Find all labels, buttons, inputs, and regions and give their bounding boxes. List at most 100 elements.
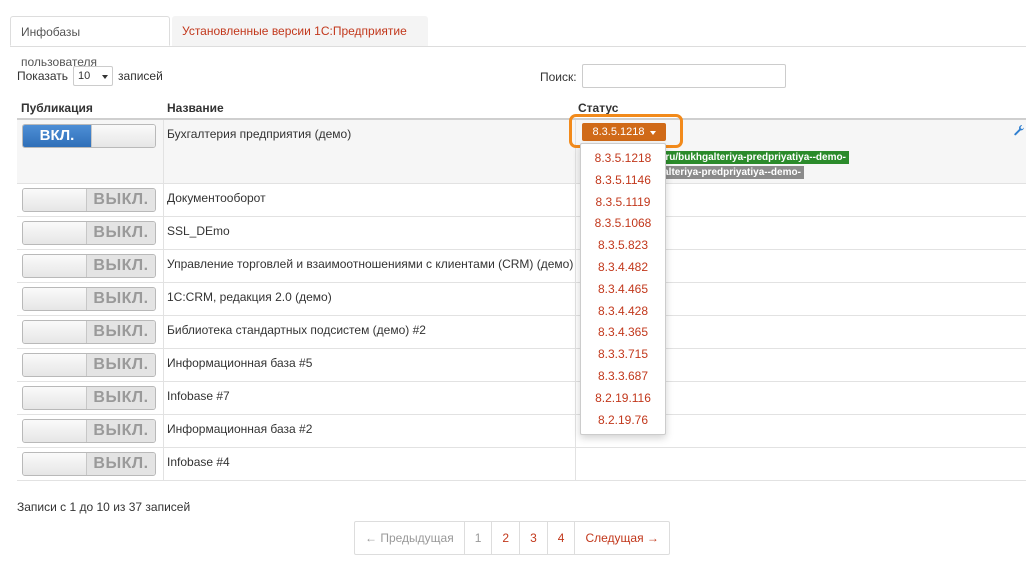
infobase-table: Публикация Название Статус ВКЛ. Бухгалтер… [17,96,1026,481]
toggle-knob [23,255,88,277]
toggle-state-label: ВЫКЛ. [86,354,155,376]
toggle-state-label: ВЫКЛ. [86,321,155,343]
search-label: Поиск: [540,70,577,84]
publication-toggle[interactable]: ВЫКЛ. [22,188,156,212]
table-row: ВЫКЛ. Управление торговлей и взаимоотноше… [17,250,1026,283]
infobase-name: Информационная база #2 [167,422,313,436]
toggle-knob [91,125,155,147]
toggle-knob [23,288,88,310]
chevron-down-icon [102,70,109,82]
page-2-button[interactable]: 2 [491,522,519,554]
page-size-value: 10 [78,70,91,82]
table-body: ВКЛ. Бухгалтерия предприятия (демо) ВЫКЛ. Д… [17,120,1026,481]
toggle-knob [23,189,88,211]
publication-toggle[interactable]: ВЫКЛ. [22,320,156,344]
publication-toggle[interactable]: ВКЛ. [22,124,156,148]
version-menu-item[interactable]: 8.3.5.823 [581,235,665,257]
table-row: ВЫКЛ. Infobase #7 [17,382,1026,415]
column-divider [575,184,576,216]
publication-toggle[interactable]: ВЫКЛ. [22,287,156,311]
table-info: Записи с 1 до 10 из 37 записей [17,500,191,514]
toggle-knob [23,420,88,442]
version-menu-item[interactable]: 8.3.5.1218 [581,148,665,170]
publication-toggle[interactable]: ВЫКЛ. [22,254,156,278]
table-row: ВКЛ. Бухгалтерия предприятия (демо) [17,120,1026,184]
table-row: ВЫКЛ. 1C:CRM, редакция 2.0 (демо) [17,283,1026,316]
version-menu-item[interactable]: 8.3.3.715 [581,344,665,366]
toggle-knob [23,387,88,409]
toggle-state-label: ВЫКЛ. [86,420,155,442]
table-row: ВЫКЛ. SSL_DEmo [17,217,1026,250]
infobase-name: Infobase #4 [167,455,230,469]
column-divider [575,448,576,480]
page-4-button[interactable]: 4 [546,522,575,554]
version-menu-item[interactable]: 8.3.4.482 [581,257,665,279]
table-row: ВЫКЛ. Информационная база #2 [17,415,1026,448]
pagination: ← Предыдущая 1 2 3 4 Следущая → [354,521,670,555]
column-divider [163,184,164,216]
page-size-control: Показать 10 записей [17,66,163,86]
column-divider [163,217,164,249]
search-input[interactable] [582,64,786,88]
toggle-state-label: ВКЛ. [23,125,91,147]
column-divider [575,415,576,447]
version-dropdown-button[interactable]: 8.3.5.1218 [582,123,666,141]
column-divider [163,120,164,183]
toggle-state-label: ВЫКЛ. [86,288,155,310]
toggle-knob [23,354,88,376]
infobase-name: Библиотека стандартных подсистем (демо) … [167,323,426,337]
wrench-icon[interactable] [1013,124,1025,136]
infobase-name: Infobase #7 [167,389,230,403]
column-divider [163,283,164,315]
records-label: записей [118,69,163,83]
table-row: ВЫКЛ. Информационная база #5 [17,349,1026,382]
publication-toggle[interactable]: ВЫКЛ. [22,419,156,443]
tab-user-infobases[interactable]: Инфобазы пользователя [10,16,170,69]
version-menu-item[interactable]: 8.3.5.1068 [581,213,665,235]
toggle-state-label: ВЫКЛ. [86,222,155,244]
publication-toggle[interactable]: ВЫКЛ. [22,353,156,377]
infobase-name: 1C:CRM, редакция 2.0 (демо) [167,290,332,304]
publication-toggle[interactable]: ВЫКЛ. [22,386,156,410]
page-1-button[interactable]: 1 [463,522,492,554]
column-divider [163,250,164,282]
table-row: ВЫКЛ. Документооборот [17,184,1026,217]
toggle-state-label: ВЫКЛ. [86,255,155,277]
header-name[interactable]: Название [167,101,224,115]
toggle-knob [23,222,88,244]
column-divider [575,349,576,381]
version-menu-item[interactable]: 8.3.4.365 [581,322,665,344]
page-size-select[interactable]: 10 [73,66,114,86]
column-divider [163,415,164,447]
version-menu-item[interactable]: 8.3.5.1119 [581,192,665,214]
publication-toggle[interactable]: ВЫКЛ. [22,221,156,245]
toggle-knob [23,321,88,343]
infobase-name: Информационная база #5 [167,356,313,370]
version-menu-item[interactable]: 8.3.3.687 [581,366,665,388]
column-divider [575,382,576,414]
page-3-button[interactable]: 3 [519,522,547,554]
column-divider [163,316,164,348]
header-publication[interactable]: Публикация [21,101,93,115]
column-divider [163,448,164,480]
column-divider [575,217,576,249]
column-divider [575,250,576,282]
version-menu-item[interactable]: 8.3.4.465 [581,279,665,301]
publication-toggle[interactable]: ВЫКЛ. [22,452,156,476]
next-page-button[interactable]: Следущая → [574,522,668,554]
prev-page-button[interactable]: ← Предыдущая [355,522,464,554]
tab-bar: Инфобазы пользователя Установленные верс… [10,16,1026,69]
tab-installed-versions[interactable]: Установленные версии 1С:Предприятие [172,16,428,46]
column-divider [163,349,164,381]
version-menu-item[interactable]: 8.3.4.428 [581,301,665,323]
version-menu-item[interactable]: 8.2.19.76 [581,410,665,432]
header-status[interactable]: Статус [578,101,618,115]
version-selected: 8.3.5.1218 [592,126,645,138]
version-menu-item[interactable]: 8.3.5.1146 [581,170,665,192]
publication-link-badge[interactable]: c.ru/bukhgalteriya-predpriyatiya--demo- [654,151,849,164]
show-label: Показать [17,69,69,83]
infobase-name: Документооборот [167,191,266,205]
column-divider [575,316,576,348]
version-menu-item[interactable]: 8.2.19.116 [581,388,665,410]
table-row: ВЫКЛ. Infobase #4 [17,448,1026,481]
